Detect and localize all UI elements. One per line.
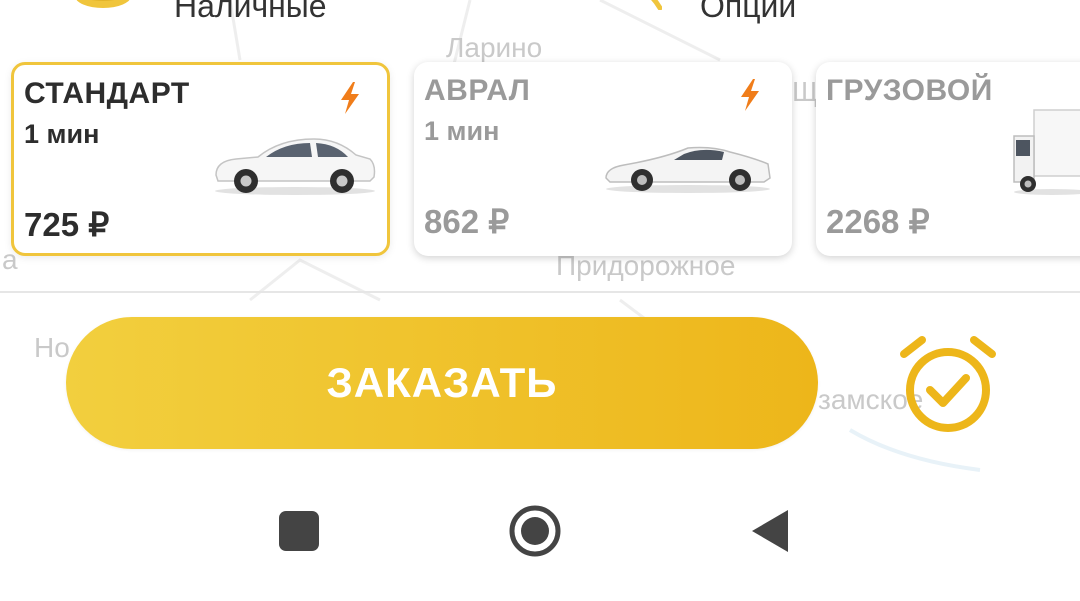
map-label-larino: Ларино xyxy=(446,32,543,63)
sports-car-icon xyxy=(605,146,771,193)
tariff-name: СТАНДАРТ xyxy=(24,77,190,110)
surge-bolt-icon xyxy=(741,79,759,111)
order-button[interactable]: ЗАКАЗАТЬ xyxy=(66,317,818,449)
options-icon[interactable] xyxy=(644,0,662,10)
tariff-price: 862 ₽ xyxy=(424,203,510,240)
options-label[interactable]: Опции xyxy=(700,0,796,25)
tariff-eta: 1 мин xyxy=(424,116,500,146)
truck-icon xyxy=(1013,109,1080,195)
payment-method-label[interactable]: Наличные xyxy=(174,0,327,25)
map-label-no: Но xyxy=(34,332,70,363)
back-icon[interactable] xyxy=(750,508,790,554)
tariff-price: 725 ₽ xyxy=(24,206,110,243)
divider xyxy=(0,291,1080,293)
tariff-card-cargo[interactable]: ГРУЗОВОЙ 2268 ₽ xyxy=(816,62,1080,256)
home-icon[interactable] xyxy=(508,504,562,558)
tariff-name: ГРУЗОВОЙ xyxy=(826,74,993,107)
tariff-name: АВРАЛ xyxy=(424,74,531,107)
sedan-car-icon xyxy=(215,138,376,195)
cash-coins-icon[interactable] xyxy=(72,0,134,10)
tariff-price: 2268 ₽ xyxy=(826,203,930,240)
tariff-card-standard[interactable]: СТАНДАРТ 1 мин 725 ₽ xyxy=(11,62,390,256)
tariff-eta: 1 мин xyxy=(24,119,100,149)
map-label-shch: Щ xyxy=(792,76,819,107)
surge-bolt-icon xyxy=(341,82,359,114)
alarm-clock-check-icon[interactable] xyxy=(898,334,998,434)
recent-apps-icon[interactable] xyxy=(279,511,319,551)
tariff-card-avral[interactable]: АВРАЛ 1 мин 862 ₽ xyxy=(414,62,792,256)
